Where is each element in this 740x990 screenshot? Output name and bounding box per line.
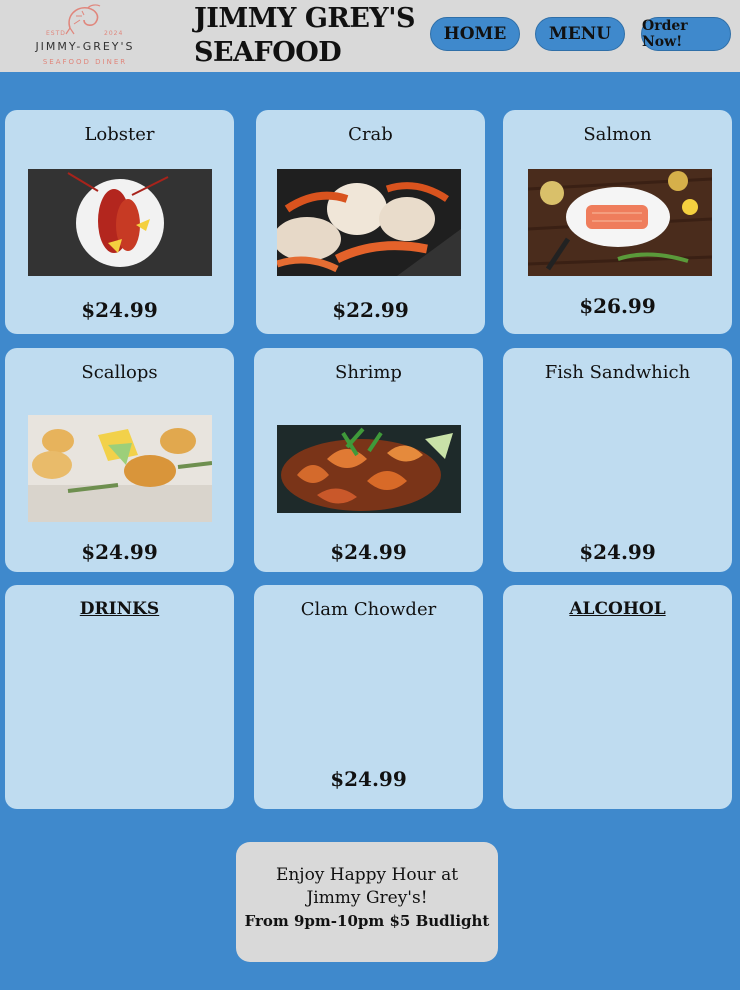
- menu-item-price: $26.99: [579, 294, 656, 318]
- happy-hour-details: From 9pm-10pm $5 Budlight: [244, 912, 490, 930]
- crab-photo: [277, 169, 461, 276]
- menu-item-price: $24.99: [330, 767, 407, 791]
- restaurant-logo[interactable]: ESTD 2024 JIMMY-GREY'S SEAFOOD DINER: [20, 0, 150, 72]
- menu-item-name: Lobster: [84, 124, 155, 145]
- menu-card-shrimp[interactable]: Shrimp $24.99: [254, 348, 483, 572]
- menu-card-fish-sandwich[interactable]: Fish Sandwhich $24.99: [503, 348, 732, 572]
- site-header: ESTD 2024 JIMMY-GREY'S SEAFOOD DINER JIM…: [0, 0, 740, 72]
- happy-hour-headline: Enjoy Happy Hour at Jimmy Grey's!: [275, 865, 459, 908]
- menu-item-name: Clam Chowder: [300, 599, 437, 620]
- site-title: JIMMY GREY'S SEAFOOD: [194, 3, 415, 68]
- menu-card-crab[interactable]: Crab $22.99: [256, 110, 485, 334]
- shrimp-photo: [277, 425, 461, 513]
- logo-estd: ESTD: [46, 30, 66, 37]
- order-now-button[interactable]: Order Now!: [641, 17, 731, 51]
- menu-card-drinks[interactable]: DRINKS: [5, 585, 234, 809]
- menu-item-name: Shrimp: [335, 362, 402, 383]
- menu-card-lobster[interactable]: Lobster $24.99: [5, 110, 234, 334]
- menu-item-price: $24.99: [81, 298, 158, 322]
- lobster-photo: [28, 169, 212, 276]
- shrimp-icon: [65, 4, 101, 35]
- happy-hour-banner: Enjoy Happy Hour at Jimmy Grey's! From 9…: [236, 842, 498, 962]
- menu-item-name: Salmon: [583, 124, 652, 145]
- logo-name: JIMMY-GREY'S: [35, 40, 135, 53]
- logo-tagline: SEAFOOD DINER: [42, 58, 128, 66]
- menu-item-name: Crab: [348, 124, 393, 145]
- menu-card-salmon[interactable]: Salmon $26.99: [503, 110, 732, 334]
- menu-card-scallops[interactable]: Scallops $24.99: [5, 348, 234, 572]
- salmon-photo: [528, 169, 712, 276]
- menu-item-name: Scallops: [81, 362, 158, 383]
- home-button[interactable]: HOME: [430, 17, 520, 51]
- alcohol-link[interactable]: ALCOHOL: [503, 599, 732, 619]
- menu-card-alcohol[interactable]: ALCOHOL: [503, 585, 732, 809]
- menu-button[interactable]: MENU: [535, 17, 625, 51]
- menu-card-clam-chowder[interactable]: Clam Chowder $24.99: [254, 585, 483, 809]
- menu-item-price: $22.99: [332, 298, 409, 322]
- menu-item-name: Fish Sandwhich: [544, 362, 691, 383]
- scallops-photo: [28, 415, 212, 522]
- logo-year: 2024: [104, 30, 124, 37]
- menu-item-price: $24.99: [330, 540, 407, 564]
- menu-item-price: $24.99: [81, 540, 158, 564]
- menu-item-price: $24.99: [579, 540, 656, 564]
- drinks-link[interactable]: DRINKS: [5, 599, 234, 619]
